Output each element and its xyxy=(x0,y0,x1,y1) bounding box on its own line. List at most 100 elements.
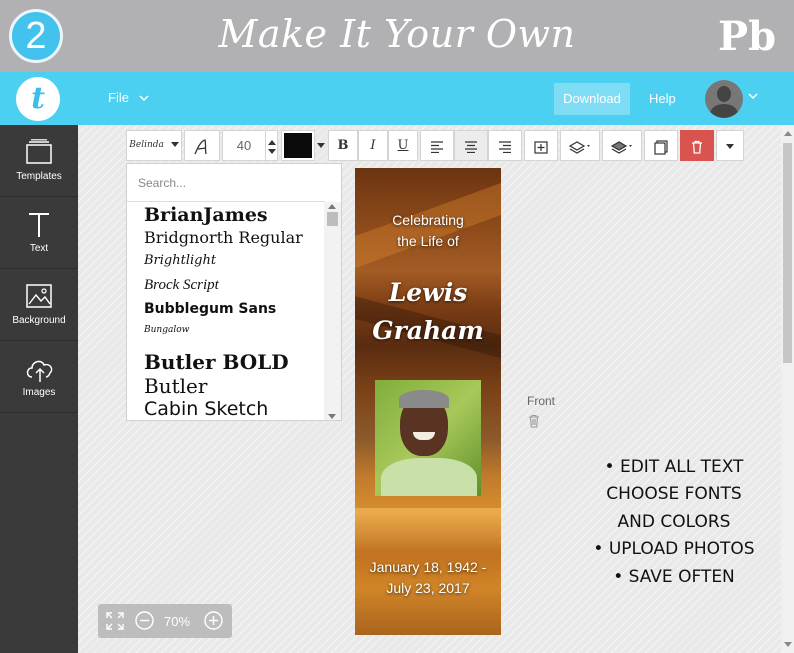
sidebar-item-label: Images xyxy=(22,387,56,398)
scrollbar-thumb[interactable] xyxy=(327,212,338,226)
font-option-butler[interactable]: Butler xyxy=(144,374,324,398)
font-option-bungalow[interactable]: Bungalow xyxy=(144,325,324,349)
brand-logo: Pb xyxy=(718,13,777,60)
add-element-button[interactable] xyxy=(524,130,558,161)
dates-text[interactable]: January 18, 1942 - July 23, 2017 xyxy=(355,557,501,599)
trash-icon xyxy=(692,140,702,154)
photo-hair xyxy=(399,390,449,408)
delete-button[interactable] xyxy=(680,130,714,161)
stepper-arrows-icon xyxy=(267,139,276,154)
date-line: January 18, 1942 - xyxy=(369,559,487,575)
font-list: BrianJames Bridgnorth Regular Brightligh… xyxy=(144,204,324,420)
scrollbar-thumb[interactable] xyxy=(783,143,792,363)
text-color-swatch xyxy=(284,133,312,158)
scroll-up-arrow-icon[interactable] xyxy=(784,131,792,136)
photo-shirt xyxy=(381,458,477,496)
promo-line: • UPLOAD PHOTOS xyxy=(593,539,755,560)
chevron-down-icon[interactable] xyxy=(748,93,758,100)
chevron-down-icon xyxy=(139,95,149,102)
scroll-up-arrow-icon[interactable] xyxy=(328,204,336,209)
promo-line: CHOOSE FONTS xyxy=(606,484,742,505)
font-size-input[interactable]: 40 xyxy=(222,130,266,161)
italic-button[interactable]: I xyxy=(358,130,388,161)
font-family-select[interactable]: Belinda xyxy=(126,130,182,161)
more-options-button[interactable] xyxy=(716,130,744,161)
user-avatar[interactable] xyxy=(705,80,743,118)
font-option-brock-script[interactable]: Brock Script xyxy=(144,277,324,301)
bold-button[interactable]: B xyxy=(328,130,358,161)
font-option-bubblegum-sans[interactable]: Bubblegum Sans xyxy=(144,301,324,325)
fullscreen-icon[interactable] xyxy=(106,612,124,630)
font-list-scrollbar[interactable] xyxy=(324,202,341,420)
caret-down-icon xyxy=(170,142,179,147)
file-menu[interactable]: File xyxy=(108,90,149,105)
zoom-out-icon[interactable] xyxy=(135,611,154,630)
font-option-butler-bold[interactable]: Butler BOLD xyxy=(144,350,324,374)
align-right-button[interactable] xyxy=(488,130,522,161)
font-size-value: 40 xyxy=(236,138,252,153)
font-family-value: Belinda xyxy=(129,140,164,150)
sidebar-item-label: Background xyxy=(12,315,66,326)
scroll-down-arrow-icon[interactable] xyxy=(784,642,792,647)
promo-banner: 2 Make It Your Own Pb xyxy=(0,0,794,72)
sidebar-item-label: Text xyxy=(29,243,49,254)
align-center-button[interactable] xyxy=(454,130,488,161)
sidebar-item-background[interactable]: Background xyxy=(0,269,78,341)
layers-down-icon xyxy=(610,140,632,154)
file-menu-label: File xyxy=(108,90,129,105)
portrait-photo[interactable] xyxy=(375,380,481,496)
font-option-bridgnorth[interactable]: Bridgnorth Regular xyxy=(144,228,324,252)
app-logo[interactable]: t xyxy=(16,77,60,121)
celebrating-line: the Life of xyxy=(397,233,459,249)
promo-line: • SAVE OFTEN xyxy=(613,566,735,587)
text-color-dropdown[interactable] xyxy=(315,130,327,161)
sidebar-item-images[interactable]: Images xyxy=(0,341,78,413)
background-icon xyxy=(26,284,52,308)
left-sidebar: Templates Text Background Images xyxy=(0,125,78,653)
side-label: Front xyxy=(527,394,556,408)
layer-forward-button[interactable] xyxy=(560,130,600,161)
bookmark-design[interactable]: Celebrating the Life of Lewis Graham Jan… xyxy=(355,168,501,635)
font-picker-panel: Search... BrianJames Bridgnorth Regular … xyxy=(126,163,342,421)
sidebar-item-text[interactable]: Text xyxy=(0,197,78,269)
sidebar-item-label: Templates xyxy=(16,171,62,182)
trash-icon[interactable] xyxy=(528,414,540,428)
font-script-icon xyxy=(194,138,207,154)
banner-title: Make It Your Own xyxy=(218,12,576,56)
scroll-down-arrow-icon[interactable] xyxy=(328,414,336,419)
app-toolbar: t File Download Help xyxy=(0,72,794,125)
templates-icon xyxy=(26,139,52,164)
celebrating-line: Celebrating xyxy=(392,212,464,228)
zoom-in-icon[interactable] xyxy=(204,611,223,630)
font-search-input[interactable]: Search... xyxy=(127,164,325,202)
zoom-level: 70% xyxy=(164,614,191,629)
font-option-brightlight[interactable]: Brightlight xyxy=(144,253,324,277)
sidebar-item-templates[interactable]: Templates xyxy=(0,125,78,197)
text-icon xyxy=(29,213,49,237)
celebrating-text[interactable]: Celebrating the Life of xyxy=(355,210,501,252)
canvas-scrollbar[interactable] xyxy=(781,125,794,653)
underline-button[interactable]: U xyxy=(388,130,418,161)
caret-down-icon xyxy=(317,143,325,149)
font-option-brianjames[interactable]: BrianJames xyxy=(144,204,324,228)
promo-line: AND COLORS xyxy=(617,511,731,532)
text-color-picker[interactable] xyxy=(281,130,315,161)
zoom-control: 70% xyxy=(98,604,232,638)
duplicate-button[interactable] xyxy=(644,130,678,161)
font-size-stepper[interactable] xyxy=(266,130,278,161)
layer-backward-button[interactable] xyxy=(602,130,642,161)
download-button[interactable]: Download xyxy=(554,83,630,115)
last-name-text[interactable]: Graham xyxy=(355,312,501,350)
promo-instructions: • EDIT ALL TEXT CHOOSE FONTS AND COLORS … xyxy=(586,454,762,591)
align-right-icon xyxy=(499,140,511,153)
help-link[interactable]: Help xyxy=(649,91,676,106)
first-name-text[interactable]: Lewis xyxy=(355,274,501,312)
duplicate-icon xyxy=(654,139,668,155)
font-option-cabin-sketch[interactable]: Cabin Sketch xyxy=(144,398,324,420)
align-center-icon xyxy=(465,140,477,153)
add-box-icon xyxy=(534,140,548,154)
align-left-button[interactable] xyxy=(420,130,454,161)
font-style-button[interactable] xyxy=(184,130,220,161)
promo-line: • EDIT ALL TEXT xyxy=(604,457,744,477)
avatar-head xyxy=(717,86,731,102)
